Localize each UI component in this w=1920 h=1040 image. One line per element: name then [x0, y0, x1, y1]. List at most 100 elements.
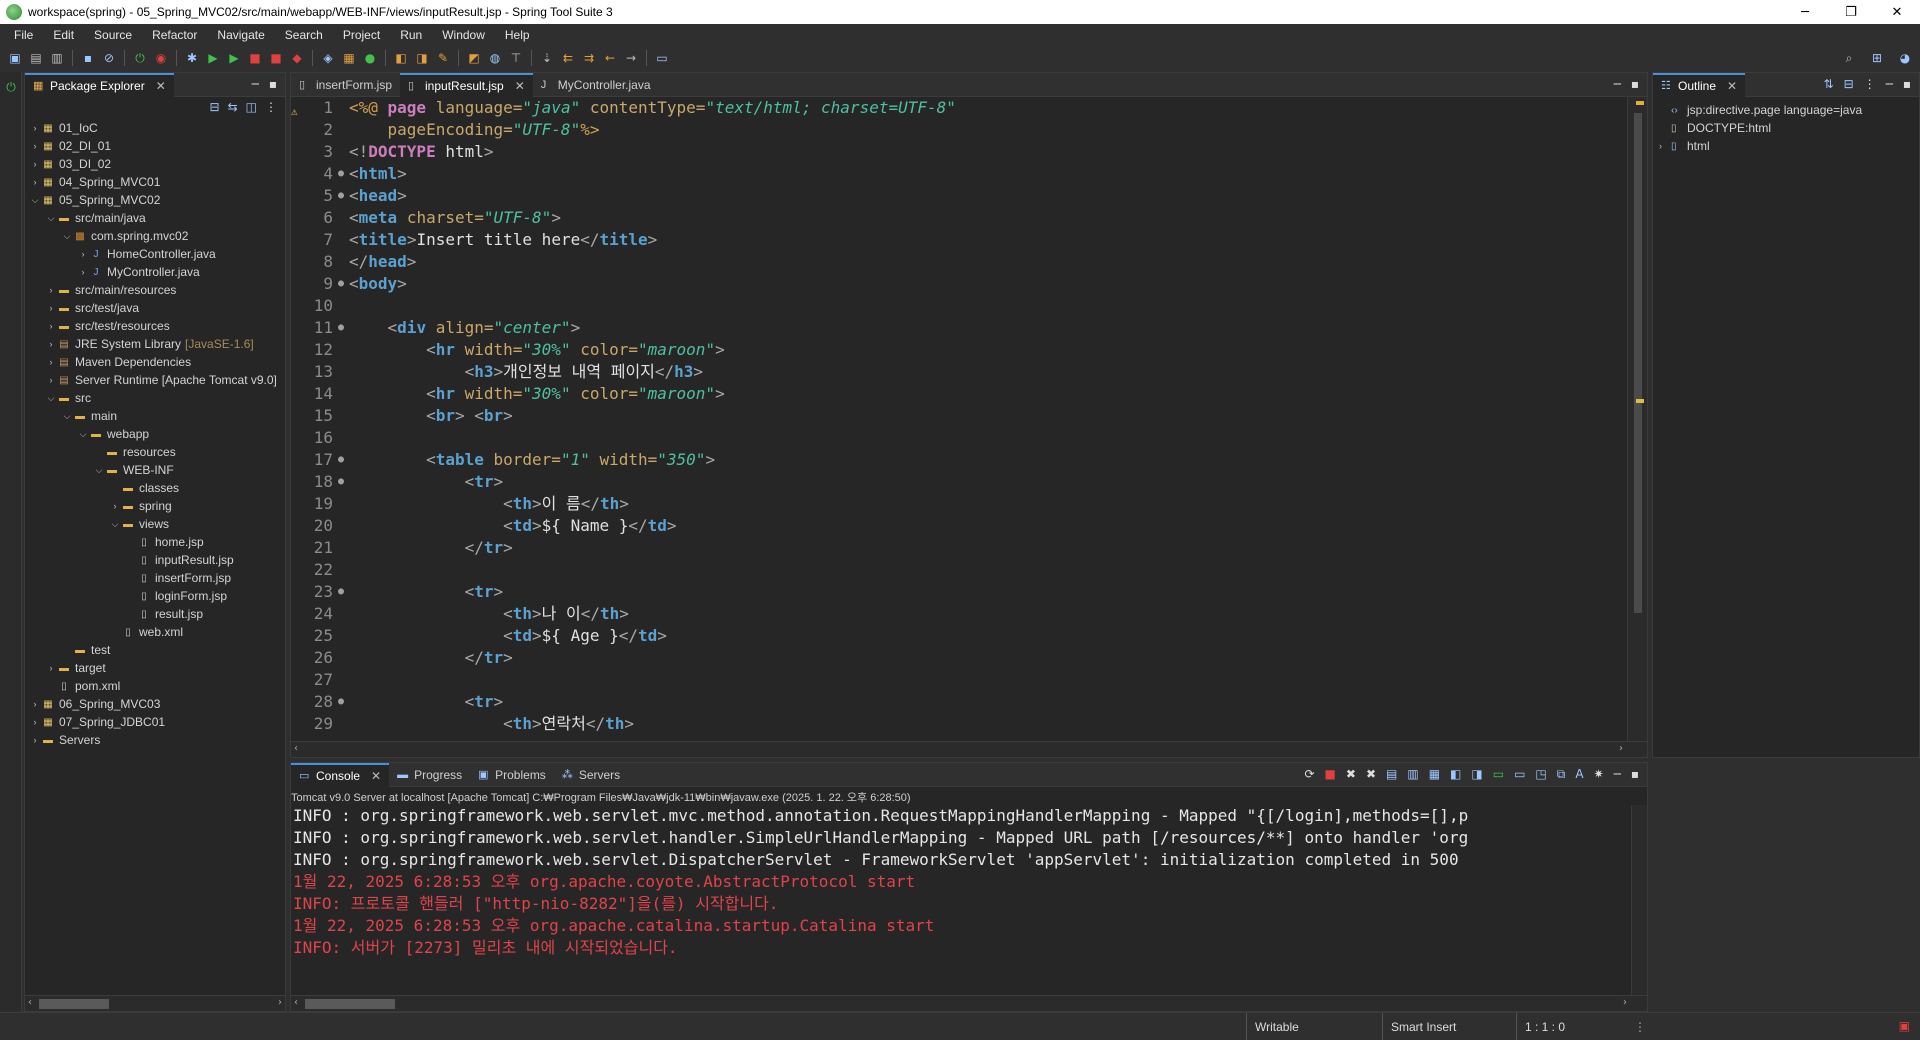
code-line[interactable]: 28 ● <tr> — [291, 691, 1627, 713]
display-console-icon[interactable]: ▭ — [1514, 767, 1525, 782]
code-line[interactable]: 21 </tr> — [291, 537, 1627, 559]
tree-item[interactable]: › ▦ 04_Spring_MVC01 — [25, 173, 285, 191]
tree-item[interactable]: › ▦ 02_DI_01 — [25, 137, 285, 155]
tab-problems[interactable]: ▣ Problems — [470, 763, 554, 787]
search-tool-icon[interactable]: ✎ — [434, 49, 452, 67]
outline-item[interactable]: › ▯ html — [1653, 137, 1919, 155]
tree-item[interactable]: ⌵ ▬ main — [25, 407, 285, 425]
warning-overview-mark[interactable] — [1636, 101, 1644, 105]
tree-item[interactable]: › ▬ target — [25, 659, 285, 677]
code-line[interactable]: 26 </tr> — [291, 647, 1627, 669]
scroll-right-icon[interactable]: › — [278, 997, 282, 1008]
scrollbar-thumb[interactable] — [39, 999, 109, 1009]
status-insert-mode[interactable]: Smart Insert — [1382, 1013, 1516, 1040]
tree-item[interactable]: › ▤ Server Runtime [Apache Tomcat v9.0] — [25, 371, 285, 389]
back-icon[interactable]: ← — [601, 49, 619, 67]
code-line[interactable]: 1 <%@ page language="java" contentType="t… — [291, 97, 1627, 119]
remove-launch-icon[interactable]: ✖ — [1346, 767, 1356, 782]
collapsed-chevron-icon[interactable]: › — [45, 357, 57, 367]
code-line[interactable]: 9 ● <body> — [291, 273, 1627, 295]
code-line[interactable]: 10 — [291, 295, 1627, 317]
maximize-icon[interactable]: ▪ — [1631, 767, 1639, 782]
heap-status-icon[interactable]: ▣ — [1899, 1019, 1910, 1033]
collapsed-chevron-icon[interactable]: › — [45, 303, 57, 313]
pin-console-icon[interactable]: ▭ — [1493, 767, 1504, 782]
open-type-icon[interactable]: ◧ — [392, 49, 410, 67]
run-external-icon[interactable]: ▶ — [225, 49, 243, 67]
tree-item[interactable]: ▯ home.jsp — [25, 533, 285, 551]
collapsed-chevron-icon[interactable]: › — [45, 375, 57, 385]
tree-item[interactable]: ⌵ ▬ webapp — [25, 425, 285, 443]
collapsed-chevron-icon[interactable]: › — [109, 501, 121, 511]
close-icon[interactable]: ✕ — [1727, 79, 1737, 93]
tree-item[interactable]: ⌵ ▩ com.spring.mvc02 — [25, 227, 285, 245]
scroll-left-icon[interactable]: ‹ — [294, 997, 298, 1008]
forward-icon[interactable]: → — [622, 49, 640, 67]
code-line[interactable]: 8 </head> — [291, 251, 1627, 273]
tree-item[interactable]: ⌵ ▬ views — [25, 515, 285, 533]
code-line[interactable]: 4 ● <html> — [291, 163, 1627, 185]
console-output[interactable]: INFO : org.springframework.web.servlet.m… — [291, 805, 1631, 995]
terminate-icon[interactable]: ■ — [1325, 767, 1336, 782]
maximize-icon[interactable]: ▪ — [269, 77, 277, 91]
tree-item[interactable]: ▯ insertForm.jsp — [25, 569, 285, 587]
last-edit-icon[interactable]: ⇇ — [559, 49, 577, 67]
code-line[interactable]: 18 ● <tr> — [291, 471, 1627, 493]
collapsed-chevron-icon[interactable]: › — [29, 141, 41, 151]
pin-icon[interactable]: ⊤ — [507, 49, 525, 67]
expanded-chevron-icon[interactable]: ⌵ — [61, 411, 73, 422]
tree-item[interactable]: › ▦ 06_Spring_MVC03 — [25, 695, 285, 713]
menu-help[interactable]: Help — [495, 28, 540, 42]
code-line[interactable]: 7 <title>Insert title here</title> — [291, 229, 1627, 251]
minimize-icon[interactable]: ─ — [252, 77, 259, 91]
menu-window[interactable]: Window — [432, 28, 495, 42]
menu-source[interactable]: Source — [84, 28, 142, 42]
code-line[interactable]: 23 ● <tr> — [291, 581, 1627, 603]
code-line[interactable]: 3 <!DOCTYPE html> — [291, 141, 1627, 163]
open-perspective-icon[interactable]: ⊞ — [1868, 49, 1886, 67]
menu-run[interactable]: Run — [390, 28, 432, 42]
back-history-icon[interactable]: ⇉ — [580, 49, 598, 67]
warning-icon[interactable]: ⚠ — [291, 101, 298, 123]
menu-edit[interactable]: Edit — [43, 28, 84, 42]
expanded-chevron-icon[interactable]: ⌵ — [45, 213, 57, 224]
expanded-chevron-icon[interactable]: ⌵ — [61, 231, 73, 242]
link-editor-icon[interactable]: ⇆ — [228, 100, 238, 116]
new-java-project-icon[interactable]: ◈ — [319, 49, 337, 67]
code-line[interactable]: 22 — [291, 559, 1627, 581]
vertical-scrollbar[interactable] — [1627, 97, 1647, 741]
minimize-icon[interactable]: ─ — [1614, 767, 1621, 782]
collapse-all-icon[interactable]: ⊟ — [1844, 77, 1854, 91]
fold-marker-icon[interactable]: ● — [335, 273, 347, 295]
code-line[interactable]: 15 <br> <br> — [291, 405, 1627, 427]
collapsed-chevron-icon[interactable]: › — [29, 177, 41, 187]
tree-item[interactable]: › ▤ Maven Dependencies — [25, 353, 285, 371]
close-icon[interactable]: ✕ — [515, 79, 525, 93]
pin-editor-icon[interactable]: ▭ — [653, 49, 671, 67]
vertical-scrollbar[interactable] — [1631, 805, 1647, 995]
menu-project[interactable]: Project — [333, 28, 390, 42]
coverage-icon[interactable]: ■ — [246, 49, 264, 67]
collapsed-chevron-icon[interactable]: › — [29, 699, 41, 709]
code-line[interactable]: 24 <th>나 이</th> — [291, 603, 1627, 625]
code-line[interactable]: 12 <hr width="30%" color="maroon"> — [291, 339, 1627, 361]
globe-icon[interactable]: ◍ — [486, 49, 504, 67]
terminal-icon[interactable]: ▪ — [79, 49, 97, 67]
collapsed-chevron-icon[interactable]: › — [45, 663, 57, 673]
tree-item[interactable]: ▯ inputResult.jsp — [25, 551, 285, 569]
tab-servers[interactable]: ⁂ Servers — [554, 763, 628, 787]
tree-item[interactable]: ⌵ ▬ WEB-INF — [25, 461, 285, 479]
expanded-chevron-icon[interactable]: ⌵ — [29, 195, 41, 206]
tree-item[interactable]: › ▬ Servers — [25, 731, 285, 749]
tab-console[interactable]: ▭ Console ✕ — [291, 762, 390, 787]
tree-item[interactable]: › ▦ 03_DI_02 — [25, 155, 285, 173]
code-line[interactable]: 20 <td>${ Name }</td> — [291, 515, 1627, 537]
code-line[interactable]: 13 <h3>개인정보 내역 페이지</h3> — [291, 361, 1627, 383]
fold-marker-icon[interactable]: ● — [335, 449, 347, 471]
horizontal-scrollbar[interactable]: ‹ › — [291, 741, 1647, 757]
horizontal-scrollbar[interactable]: ‹ › — [291, 995, 1647, 1011]
minimize-icon[interactable]: ─ — [1886, 77, 1893, 91]
code-line[interactable]: 19 <th>이 름</th> — [291, 493, 1627, 515]
horizontal-scrollbar[interactable]: ‹ › — [25, 995, 285, 1011]
sort-icon[interactable]: ⇅ — [1824, 77, 1834, 91]
